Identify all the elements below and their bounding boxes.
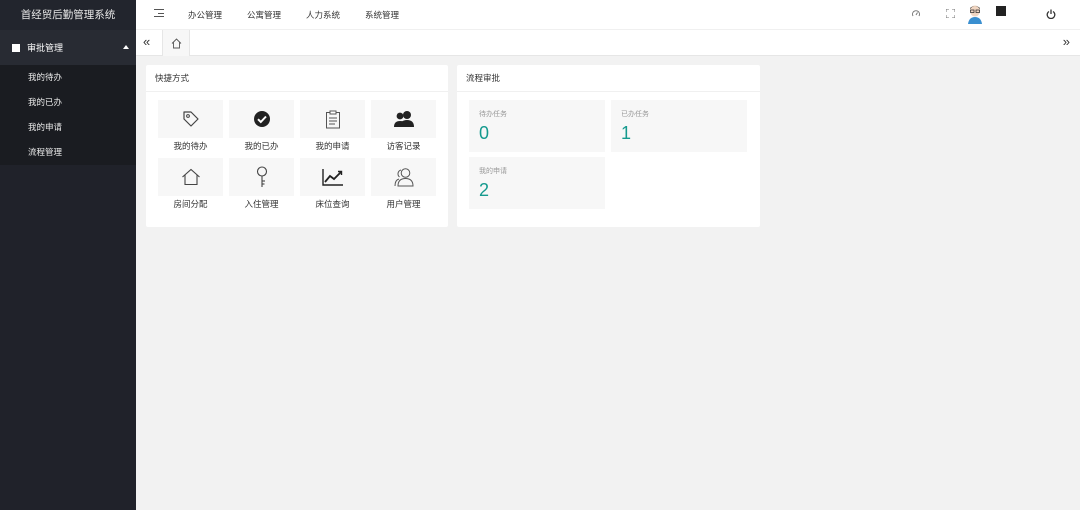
line-chart-icon [321,169,343,186]
check-circle-icon [253,111,270,127]
top-nav-hr[interactable]: 人力系统 [306,0,340,30]
sidebar: 首经贸后勤管理系统 审批管理 我的待办 我的已办 我的申请 流程管理 [0,0,136,510]
stat-label: 我的申请 [479,168,507,175]
sidebar-item-process-management[interactable]: 流程管理 [0,140,136,165]
approval-card: 流程审批 待办任务 0 已办任务 1 我的申请 2 [457,65,760,227]
app-title: 首经贸后勤管理系统 [0,0,136,30]
shortcut-my-todo[interactable]: 我的待办 [158,100,223,151]
avatar-icon[interactable] [967,4,983,24]
stat-value: 1 [621,123,632,143]
users-icon [393,111,414,127]
caret-up-icon [123,45,129,49]
top-nav-office[interactable]: 办公管理 [188,0,222,30]
stat-value: 2 [479,180,490,200]
top-nav: 办公管理 公寓管理 人力系统 系统管理 [188,0,424,30]
user-menu-icon[interactable] [996,6,1006,16]
stat-value: 0 [479,123,490,143]
sidebar-group-approval[interactable]: 审批管理 [0,30,136,65]
tab-bar: « » [136,30,1080,56]
sidebar-group-label: 审批管理 [27,43,64,53]
top-nav-apartment[interactable]: 公寓管理 [247,0,281,30]
shortcuts-card: 快捷方式 我的待办 我的已办 我的申请 访客记录 房间分配 入住管理 床位查询 … [146,65,448,227]
shortcut-label: 房间分配 [173,199,208,209]
shortcut-user-management[interactable]: 用户管理 [371,158,436,209]
square-icon [12,43,20,52]
shortcut-label: 我的待办 [173,141,208,151]
clipboard-icon [325,110,340,128]
sidebar-item-my-done[interactable]: 我的已办 [0,90,136,115]
power-icon[interactable] [1046,9,1056,19]
shortcut-my-applications[interactable]: 我的申请 [300,100,365,151]
tag-icon [182,111,199,127]
top-nav-system[interactable]: 系统管理 [365,0,399,30]
home-icon [171,37,181,48]
stat-my-applications[interactable]: 我的申请 2 [469,157,605,209]
tab-scroll-left-icon[interactable]: « [143,35,150,49]
shortcut-bed-query[interactable]: 床位查询 [300,158,365,209]
approval-title: 流程审批 [457,65,760,92]
user-group-icon [394,168,414,187]
tab-home[interactable] [162,30,190,56]
sidebar-item-my-todo[interactable]: 我的待办 [0,65,136,90]
key-icon [256,166,267,187]
tab-scroll-right-icon[interactable]: » [1063,35,1070,49]
stat-label: 已办任务 [621,111,649,118]
shortcut-room-allocation[interactable]: 房间分配 [158,158,223,209]
shortcut-label: 用户管理 [386,199,421,209]
shortcut-my-done[interactable]: 我的已办 [229,100,294,151]
shortcut-label: 床位查询 [315,199,350,209]
top-header: 办公管理 公寓管理 人力系统 系统管理 [136,0,1080,30]
sidebar-item-my-applications[interactable]: 我的申请 [0,115,136,140]
refresh-icon[interactable] [911,9,921,19]
shortcut-visitor-records[interactable]: 访客记录 [371,100,436,151]
shortcut-label: 我的申请 [315,141,350,151]
home-icon [181,168,200,186]
stat-pending-tasks[interactable]: 待办任务 0 [469,100,605,152]
shortcut-check-in[interactable]: 入住管理 [229,158,294,209]
fullscreen-icon[interactable] [946,9,955,18]
shortcut-label: 访客记录 [386,141,421,151]
shortcuts-title: 快捷方式 [146,65,448,92]
shortcut-label: 入住管理 [244,199,279,209]
sidebar-submenu: 我的待办 我的已办 我的申请 流程管理 [0,65,136,165]
shortcut-label: 我的已办 [244,141,279,151]
stat-completed-tasks[interactable]: 已办任务 1 [611,100,747,152]
menu-toggle-icon[interactable] [154,9,164,19]
stat-label: 待办任务 [479,111,507,118]
